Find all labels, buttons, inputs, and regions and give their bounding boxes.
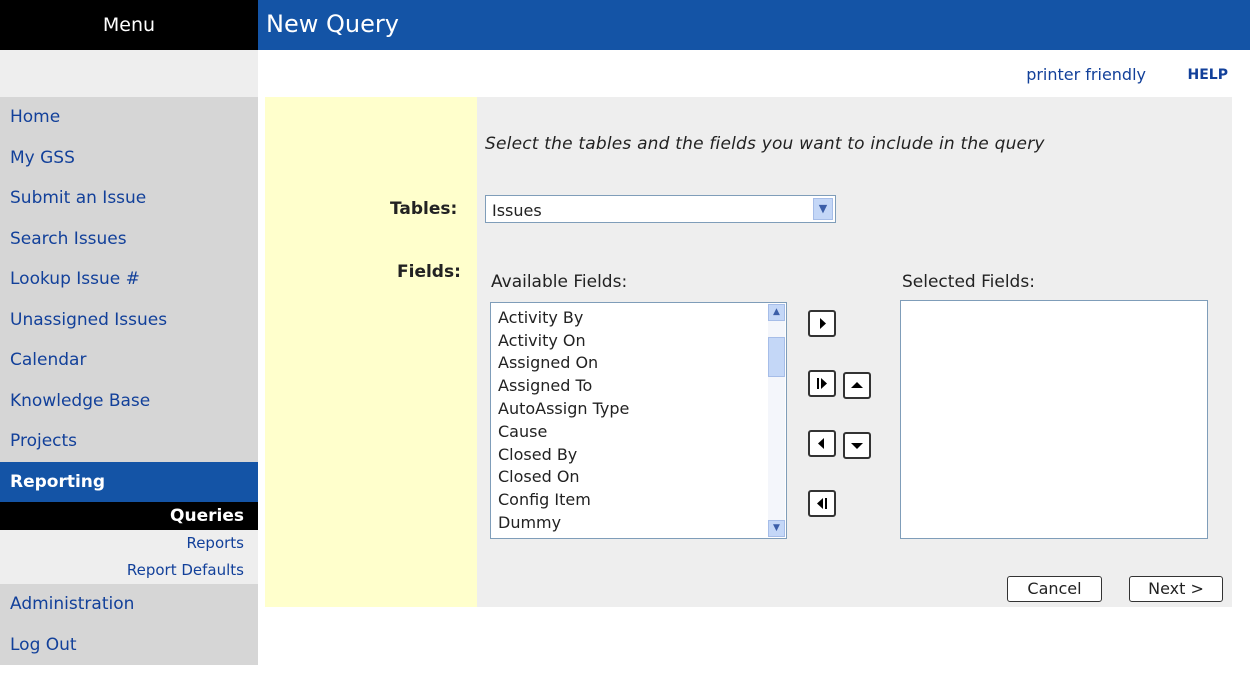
- scroll-up-icon[interactable]: ▲: [768, 304, 785, 321]
- list-item[interactable]: Dummy: [498, 512, 561, 534]
- nav-item-unassigned-issues[interactable]: Unassigned Issues: [0, 299, 258, 340]
- nav-item-reporting[interactable]: Reporting: [0, 461, 258, 502]
- list-item[interactable]: Cause: [498, 421, 547, 443]
- list-item[interactable]: Config Item: [498, 489, 591, 511]
- scroll-down-icon[interactable]: ▼: [768, 520, 785, 537]
- sidebar: Menu Home My GSS Submit an Issue Search …: [0, 0, 258, 679]
- available-list-scrollbar[interactable]: ▲ ▼: [768, 304, 785, 537]
- nav-item-submit-issue[interactable]: Submit an Issue: [0, 178, 258, 219]
- arrow-left-icon: [818, 438, 824, 449]
- selected-fields-list[interactable]: [900, 300, 1208, 539]
- printer-friendly-link[interactable]: printer friendly: [1026, 65, 1146, 84]
- nav-item-my-gss[interactable]: My GSS: [0, 137, 258, 178]
- nav-item-calendar[interactable]: Calendar: [0, 340, 258, 381]
- nav-item-log-out[interactable]: Log Out: [0, 624, 258, 665]
- nav-item-search-issues[interactable]: Search Issues: [0, 218, 258, 259]
- arrow-up-icon: [851, 382, 863, 388]
- list-item[interactable]: Activity By: [498, 307, 583, 329]
- arrow-right-icon: [820, 318, 826, 329]
- move-down-button[interactable]: [843, 432, 871, 459]
- menu-spacer: [0, 50, 258, 97]
- subnav-item-report-defaults[interactable]: Report Defaults: [0, 557, 258, 584]
- add-field-button[interactable]: [808, 310, 836, 337]
- remove-all-fields-button[interactable]: [808, 490, 836, 517]
- list-item[interactable]: Assigned To: [498, 375, 592, 397]
- menu-title: Menu: [0, 0, 258, 50]
- tables-label: Tables:: [390, 199, 458, 219]
- list-item[interactable]: Closed On: [498, 466, 580, 488]
- move-up-button[interactable]: [843, 372, 871, 399]
- list-item[interactable]: Activity On: [498, 330, 586, 352]
- chevron-down-icon[interactable]: ▼: [813, 198, 833, 220]
- arrow-right-all-icon: [817, 378, 827, 389]
- nav-item-projects[interactable]: Projects: [0, 421, 258, 462]
- remove-field-button[interactable]: [808, 430, 836, 457]
- nav-item-lookup-issue[interactable]: Lookup Issue #: [0, 259, 258, 300]
- scroll-thumb[interactable]: [768, 337, 785, 377]
- instruction-text: Select the tables and the fields you wan…: [485, 134, 1045, 154]
- selected-fields-label: Selected Fields:: [902, 272, 1035, 292]
- add-all-fields-button[interactable]: [808, 370, 836, 397]
- available-fields-list[interactable]: Activity By Activity On Assigned On Assi…: [490, 302, 787, 539]
- fields-label: Fields:: [397, 262, 461, 282]
- nav-item-administration[interactable]: Administration: [0, 584, 258, 625]
- list-item[interactable]: Closed By: [498, 444, 577, 466]
- subnav-item-queries[interactable]: Queries: [0, 502, 258, 530]
- next-button[interactable]: Next >: [1129, 576, 1223, 602]
- tables-select-value: Issues: [492, 201, 542, 220]
- available-fields-label: Available Fields:: [491, 272, 628, 292]
- arrow-down-icon: [851, 443, 863, 449]
- list-item[interactable]: Assigned On: [498, 352, 598, 374]
- form-label-column: [265, 97, 477, 607]
- tables-select[interactable]: Issues ▼: [485, 195, 836, 223]
- utility-bar: printer friendly HELP: [258, 50, 1250, 97]
- subnav-item-reports[interactable]: Reports: [0, 530, 258, 557]
- page-title: New Query: [266, 10, 399, 38]
- help-link[interactable]: HELP: [1188, 67, 1228, 83]
- list-item[interactable]: AutoAssign Type: [498, 398, 629, 420]
- header-bar: New Query: [258, 0, 1250, 50]
- cancel-button[interactable]: Cancel: [1007, 576, 1102, 602]
- nav-item-home[interactable]: Home: [0, 97, 258, 138]
- nav-item-knowledge-base[interactable]: Knowledge Base: [0, 380, 258, 421]
- arrow-left-all-icon: [817, 498, 827, 509]
